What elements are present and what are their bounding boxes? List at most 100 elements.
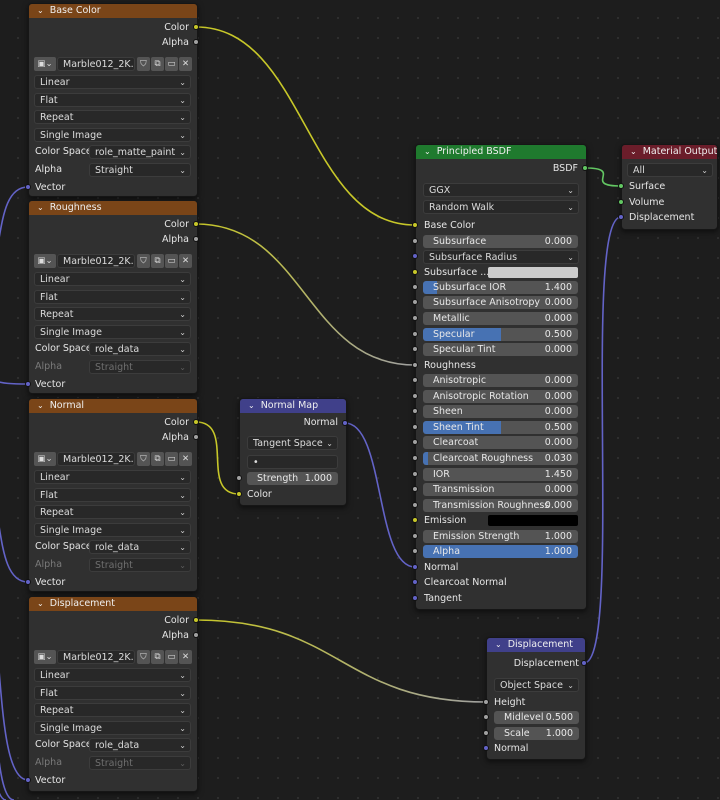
socket-normal-in[interactable] [412,564,418,570]
source-dropdown[interactable]: Single Image ⌄ [34,128,191,142]
scale-field[interactable]: Scale 1.000 [494,727,579,740]
close-icon[interactable]: ✕ [179,254,192,268]
socket-alpha-out[interactable] [193,434,199,440]
image-texture-node[interactable]: ⌄ Displacement Color Alpha ▣⌄ Marble012_2K...… [28,596,198,792]
space-dropdown[interactable]: Object Space ⌄ [494,678,579,692]
field-subsurface-anisotropy[interactable]: Subsurface Anisotropy 0.000 [423,296,578,309]
extension-dropdown[interactable]: Repeat ⌄ [34,110,191,124]
color-space-dropdown[interactable]: role_data ⌄ [89,738,191,752]
image-name-field[interactable]: Marble012_2K... [57,650,135,664]
node-header[interactable]: ⌄ Displacement [29,597,197,611]
projection-dropdown[interactable]: Flat ⌄ [34,93,191,107]
alpha-dropdown[interactable]: Straight ⌄ [89,163,191,177]
socket-sheen-tint-in[interactable] [412,424,418,430]
socket-sheen-in[interactable] [412,408,418,414]
distribution-dropdown[interactable]: GGX ⌄ [423,183,579,197]
socket-color-out[interactable] [193,221,199,227]
socket-anisotropic-in[interactable] [412,377,418,383]
extension-dropdown[interactable]: Repeat ⌄ [34,703,191,717]
socket-clearcoat-roughness-in[interactable] [412,455,418,461]
color-space-dropdown[interactable]: role_data ⌄ [89,540,191,554]
field-sheen-tint[interactable]: Sheen Tint 0.500 [423,421,578,434]
socket-vector-in[interactable] [25,184,31,190]
chevron-down-icon[interactable]: ⌄ [37,201,44,215]
socket-emission-in[interactable] [412,517,418,523]
node-header[interactable]: ⌄ Normal Map [240,399,346,413]
chevron-down-icon[interactable]: ⌄ [37,399,44,413]
field-metallic[interactable]: Metallic 0.000 [423,312,578,325]
socket-strength-in[interactable] [236,475,242,481]
alpha-field[interactable]: Alpha 1.000 [423,545,578,558]
socket-alpha-in[interactable] [412,548,418,554]
folder-icon[interactable]: ▭ [165,650,178,664]
displacement-node[interactable]: ⌄ Displacement Displacement Object Space ⌄ He… [486,637,586,760]
interpolation-dropdown[interactable]: Linear ⌄ [34,75,191,89]
subsurface-color-swatch[interactable] [488,267,578,278]
socket-height-in[interactable] [483,699,489,705]
image-texture-node[interactable]: ⌄ Roughness Color Alpha ▣⌄ Marble012_2K... ⛉ ⧉ ▭… [28,200,198,394]
image-name-field[interactable]: Marble012_2K... [57,57,135,71]
material-output-node[interactable]: ⌄ Material Output All ⌄ Surface Volume Displac… [621,144,718,230]
principled-bsdf-node[interactable]: ⌄ Principled BSDF BSDF GGX ⌄ Random Walk ⌄ Base… [415,144,587,610]
fake-user-shield-icon[interactable]: ⛉ [137,254,150,268]
midlevel-field[interactable]: Midlevel 0.500 [494,711,579,724]
close-icon[interactable]: ✕ [179,452,192,466]
socket-subsurface-in[interactable] [412,238,418,244]
image-selector[interactable]: ▣⌄ Marble012_2K... ⛉ ⧉ ▭ ✕ [34,57,192,72]
chevron-down-icon[interactable]: ⌄ [630,145,637,159]
socket-alpha-out[interactable] [193,39,199,45]
socket-specular-tint-in[interactable] [412,346,418,352]
image-texture-node[interactable]: ⌄ Base Color Color Alpha ▣⌄ Marble012_2K... ⛉ ⧉… [28,3,198,197]
socket-color-out[interactable] [193,617,199,623]
chevron-down-icon[interactable]: ⌄ [424,145,431,159]
socket-specular-in[interactable] [412,331,418,337]
field-anisotropic-rotation[interactable]: Anisotropic Rotation 0.000 [423,390,578,403]
field-ior[interactable]: IOR 1.450 [423,468,578,481]
socket-base-color-in[interactable] [412,222,418,228]
socket-displacement-out[interactable] [581,660,587,666]
socket-alpha-out[interactable] [193,632,199,638]
image-selector[interactable]: ▣⌄ Marble012_2K... ⛉ ⧉ ▭ ✕ [34,650,192,665]
emission-color-swatch[interactable] [488,515,578,526]
folder-icon[interactable]: ▭ [165,452,178,466]
folder-icon[interactable]: ▭ [165,254,178,268]
extension-dropdown[interactable]: Repeat ⌄ [34,505,191,519]
field-anisotropic[interactable]: Anisotropic 0.000 [423,374,578,387]
close-icon[interactable]: ✕ [179,650,192,664]
source-dropdown[interactable]: Single Image ⌄ [34,523,191,537]
field-subsurface-ior[interactable]: Subsurface IOR 1.400 [423,281,578,294]
subsurface-method-dropdown[interactable]: Random Walk ⌄ [423,200,579,214]
strength-field[interactable]: Strength 1.000 [247,472,338,485]
socket-color-out[interactable] [193,24,199,30]
image-icon[interactable]: ▣⌄ [34,254,56,268]
interpolation-dropdown[interactable]: Linear ⌄ [34,272,191,286]
image-texture-node[interactable]: ⌄ Normal Color Alpha ▣⌄ Marble012_2K... ⛉ ⧉ ▭ ✕ Li… [28,398,198,592]
socket-subsurface-anisotropy-in[interactable] [412,299,418,305]
socket-color-out[interactable] [193,419,199,425]
socket-transmission-roughness-in[interactable] [412,502,418,508]
node-header[interactable]: ⌄ Displacement [487,638,585,652]
subsurface-field[interactable]: Subsurface 0.000 [423,235,578,248]
socket-tangent-in[interactable] [412,595,418,601]
normal-map-node[interactable]: ⌄ Normal Map Normal Tangent Space ⌄ • Strength… [239,398,347,506]
target-dropdown[interactable]: All ⌄ [627,163,713,177]
image-icon[interactable]: ▣⌄ [34,57,56,71]
socket-clearcoat-in[interactable] [412,439,418,445]
socket-vector-in[interactable] [25,777,31,783]
socket-vector-in[interactable] [25,579,31,585]
projection-dropdown[interactable]: Flat ⌄ [34,686,191,700]
folder-icon[interactable]: ▭ [165,57,178,71]
chevron-down-icon[interactable]: ⌄ [37,597,44,611]
socket-roughness-in[interactable] [412,362,418,368]
socket-transmission-in[interactable] [412,486,418,492]
socket-normal-in[interactable] [483,745,489,751]
socket-ior-in[interactable] [412,471,418,477]
node-header[interactable]: ⌄ Material Output [622,145,717,159]
socket-color-in[interactable] [236,491,242,497]
image-icon[interactable]: ▣⌄ [34,452,56,466]
source-dropdown[interactable]: Single Image ⌄ [34,721,191,735]
duplicate-icon[interactable]: ⧉ [151,650,164,664]
fake-user-shield-icon[interactable]: ⛉ [137,650,150,664]
socket-subsurface-radius-in[interactable] [412,253,418,259]
socket-volume-in[interactable] [618,199,624,205]
